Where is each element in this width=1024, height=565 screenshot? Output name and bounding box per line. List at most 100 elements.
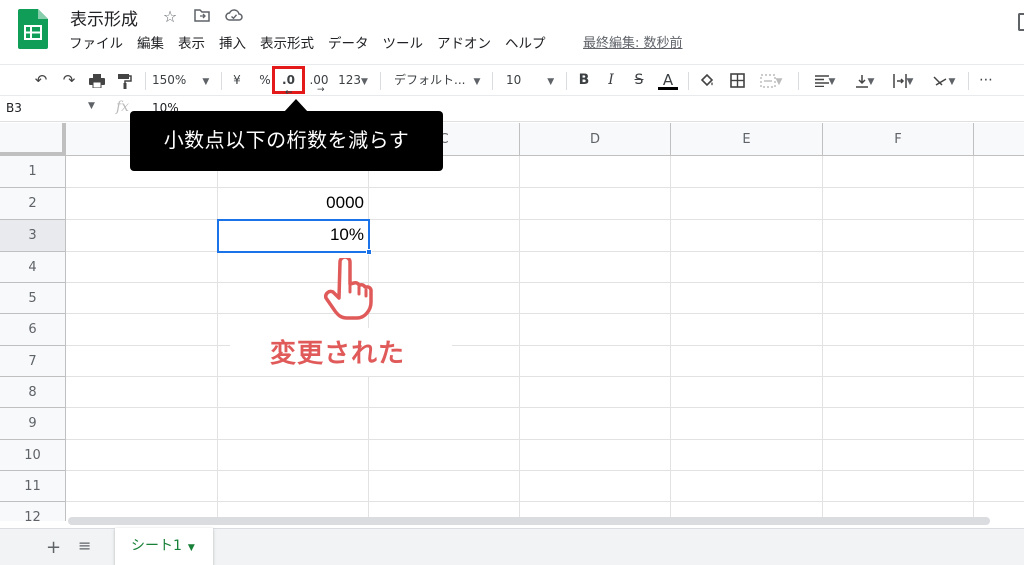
row-header-4[interactable]: 4 — [0, 252, 66, 283]
grid-line — [217, 156, 218, 521]
fill-color-icon[interactable] — [696, 65, 718, 95]
sheets-logo-icon[interactable] — [18, 9, 48, 49]
italic-button[interactable]: I — [601, 65, 621, 95]
grid-line — [66, 282, 1024, 283]
more-options-icon[interactable]: ⋯ — [976, 65, 996, 95]
horizontal-align-icon[interactable]: ▼ — [808, 65, 842, 95]
menu-file[interactable]: ファイル — [62, 34, 130, 54]
font-select[interactable]: デフォルト... ▼ — [394, 65, 484, 95]
menu-insert[interactable]: 挿入 — [212, 34, 253, 54]
fx-icon: fx — [116, 99, 130, 115]
column-header-e[interactable]: E — [671, 123, 823, 156]
selected-cell-outline — [217, 219, 370, 253]
menu-view[interactable]: 表示 — [171, 34, 212, 54]
increase-decimal-button[interactable]: .00 → — [308, 65, 330, 95]
row-header-1[interactable]: 1 — [0, 156, 66, 188]
sheet-tab-active[interactable]: シート1 ▼ — [115, 528, 213, 565]
row-header-11[interactable]: 11 — [0, 471, 66, 502]
grid-line — [519, 156, 520, 521]
chevron-down-icon: ▼ — [867, 77, 875, 87]
name-box[interactable]: B3 — [6, 101, 22, 115]
currency-format-button[interactable]: ¥ — [228, 65, 246, 95]
toolbar: ↶ ↷ 150% ▼ ¥ % .0 ← .00 → 123▼ デフォルト... ▼ … — [0, 64, 1024, 98]
tooltip: 小数点以下の桁数を減らす — [130, 111, 443, 171]
redo-icon[interactable]: ↷ — [58, 65, 80, 95]
menu-addons[interactable]: アドオン — [430, 34, 498, 54]
grid-line — [66, 376, 1024, 377]
spreadsheet-app: 表示形成 ☆ ファイル 編集 表示 挿入 表示形式 データ ツール アドオン ヘ… — [0, 0, 1024, 565]
menu-format[interactable]: 表示形式 — [253, 34, 321, 54]
font-value: デフォルト... — [394, 73, 466, 87]
last-edit-link[interactable]: 最終編集: 数秒前 — [583, 35, 683, 53]
row-header-5[interactable]: 5 — [0, 283, 66, 314]
merge-cells-icon[interactable]: ▼ — [754, 65, 788, 95]
cell-b2[interactable]: 0000 — [220, 193, 364, 213]
grid-line — [66, 219, 1024, 220]
move-to-folder-icon[interactable] — [192, 7, 212, 27]
column-header-d[interactable]: D — [520, 123, 671, 156]
grid-line — [66, 251, 1024, 252]
decrease-decimal-button[interactable]: .0 ← — [272, 66, 305, 98]
chevron-down-icon: ▼ — [775, 77, 783, 87]
toolbar-divider — [221, 72, 222, 90]
grid-line — [822, 156, 823, 521]
row-header-6[interactable]: 6 — [0, 314, 66, 346]
select-all-corner[interactable] — [0, 123, 66, 156]
menu-edit[interactable]: 編集 — [130, 34, 171, 54]
changed-annotation: 変更された — [270, 339, 406, 369]
add-sheet-button[interactable]: + — [46, 537, 61, 558]
print-icon[interactable] — [86, 65, 108, 95]
chevron-down-icon: ▼ — [473, 77, 481, 87]
sheet-tab-label: シート1 — [131, 538, 182, 554]
font-size-value: 10 — [506, 73, 522, 87]
row-header-10[interactable]: 10 — [0, 440, 66, 471]
fill-handle[interactable] — [366, 249, 372, 255]
horizontal-scrollbar[interactable] — [68, 517, 990, 525]
borders-icon[interactable] — [726, 65, 748, 95]
text-rotation-icon[interactable]: ▼ — [926, 65, 962, 95]
row-header-3[interactable]: 3 — [0, 220, 66, 252]
cloud-status-icon[interactable] — [224, 7, 244, 27]
grid-line — [973, 156, 974, 521]
spreadsheet-grid: B C D E F 1 2 3 4 5 6 7 8 9 10 11 12 00 — [0, 123, 1024, 521]
toolbar-divider — [492, 72, 493, 90]
menu-help[interactable]: ヘルプ — [498, 34, 553, 54]
menu-data[interactable]: データ — [321, 34, 376, 54]
all-sheets-icon[interactable]: ≡ — [78, 536, 91, 555]
font-size-select[interactable]: 10 ▼ — [506, 65, 558, 95]
text-color-button[interactable]: A — [657, 65, 679, 95]
grid-line — [66, 439, 1024, 440]
strikethrough-button[interactable]: S — [629, 65, 649, 95]
chevron-down-icon: ▼ — [828, 77, 836, 87]
undo-icon[interactable]: ↶ — [30, 65, 52, 95]
paint-format-icon[interactable] — [114, 65, 136, 95]
toolbar-divider — [968, 72, 969, 90]
text-wrapping-icon[interactable]: ▼ — [886, 65, 920, 95]
menu-tools[interactable]: ツール — [376, 34, 431, 54]
vertical-align-icon[interactable]: ▼ — [848, 65, 882, 95]
chevron-down-icon[interactable]: ▼ — [88, 101, 95, 111]
grid-line — [66, 407, 1024, 408]
document-title[interactable]: 表示形成 — [70, 5, 138, 30]
more-formats-label: 123 — [338, 73, 361, 87]
column-header-f[interactable]: F — [823, 123, 974, 156]
star-icon[interactable]: ☆ — [160, 7, 180, 27]
toolbar-divider — [798, 72, 799, 90]
row-header-9[interactable]: 9 — [0, 408, 66, 440]
chevron-down-icon[interactable]: ▼ — [188, 543, 195, 553]
more-formats-button[interactable]: 123▼ — [336, 65, 370, 95]
column-header[interactable] — [974, 123, 1024, 156]
row-header-12[interactable]: 12 — [0, 502, 66, 521]
chevron-down-icon: ▼ — [547, 77, 555, 87]
zoom-select[interactable]: 150% ▼ — [152, 65, 216, 95]
row-header-2[interactable]: 2 — [0, 188, 66, 220]
bold-button[interactable]: B — [574, 65, 594, 95]
text-color-swatch — [658, 87, 678, 90]
comment-history-icon[interactable] — [1018, 13, 1024, 31]
chevron-down-icon: ▼ — [202, 77, 210, 87]
grid-line — [66, 501, 1024, 502]
row-header-8[interactable]: 8 — [0, 377, 66, 408]
row-header-7[interactable]: 7 — [0, 346, 66, 377]
grid-line — [66, 187, 1024, 188]
grid-line — [670, 156, 671, 521]
